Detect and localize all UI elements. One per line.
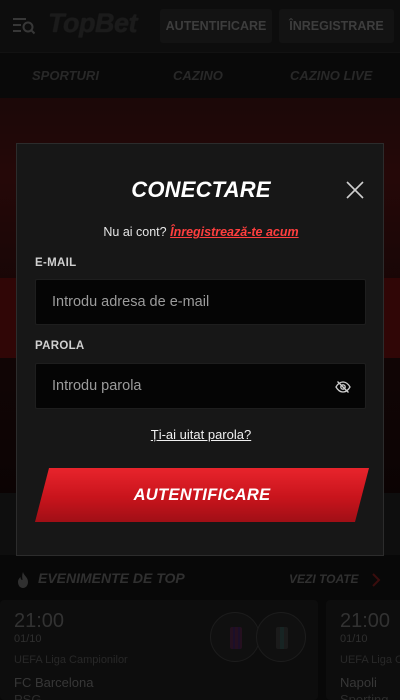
eye-slash-icon[interactable]	[335, 379, 351, 395]
email-field[interactable]	[36, 280, 365, 324]
login-button-label: AUTENTIFICARE	[133, 485, 271, 504]
forgot-password-link[interactable]: Ți-ai uitat parola?	[17, 427, 385, 442]
register-now-link[interactable]: Înregistrează-te acum	[170, 225, 299, 239]
modal-title: CONECTARE	[131, 177, 271, 202]
password-label: PAROLA	[35, 340, 85, 352]
password-field-wrapper	[35, 363, 366, 409]
password-field[interactable]	[36, 364, 365, 408]
close-icon[interactable]	[344, 179, 366, 201]
email-label: E-MAIL	[35, 257, 77, 269]
login-submit-button[interactable]: AUTENTIFICARE	[35, 468, 369, 522]
email-field-wrapper	[35, 279, 366, 325]
login-modal: CONECTARE Nu ai cont? Înregistrează-te a…	[16, 143, 384, 556]
no-account-text: Nu ai cont?	[103, 225, 167, 239]
register-prompt: Nu ai cont? Înregistrează-te acum	[17, 225, 385, 239]
